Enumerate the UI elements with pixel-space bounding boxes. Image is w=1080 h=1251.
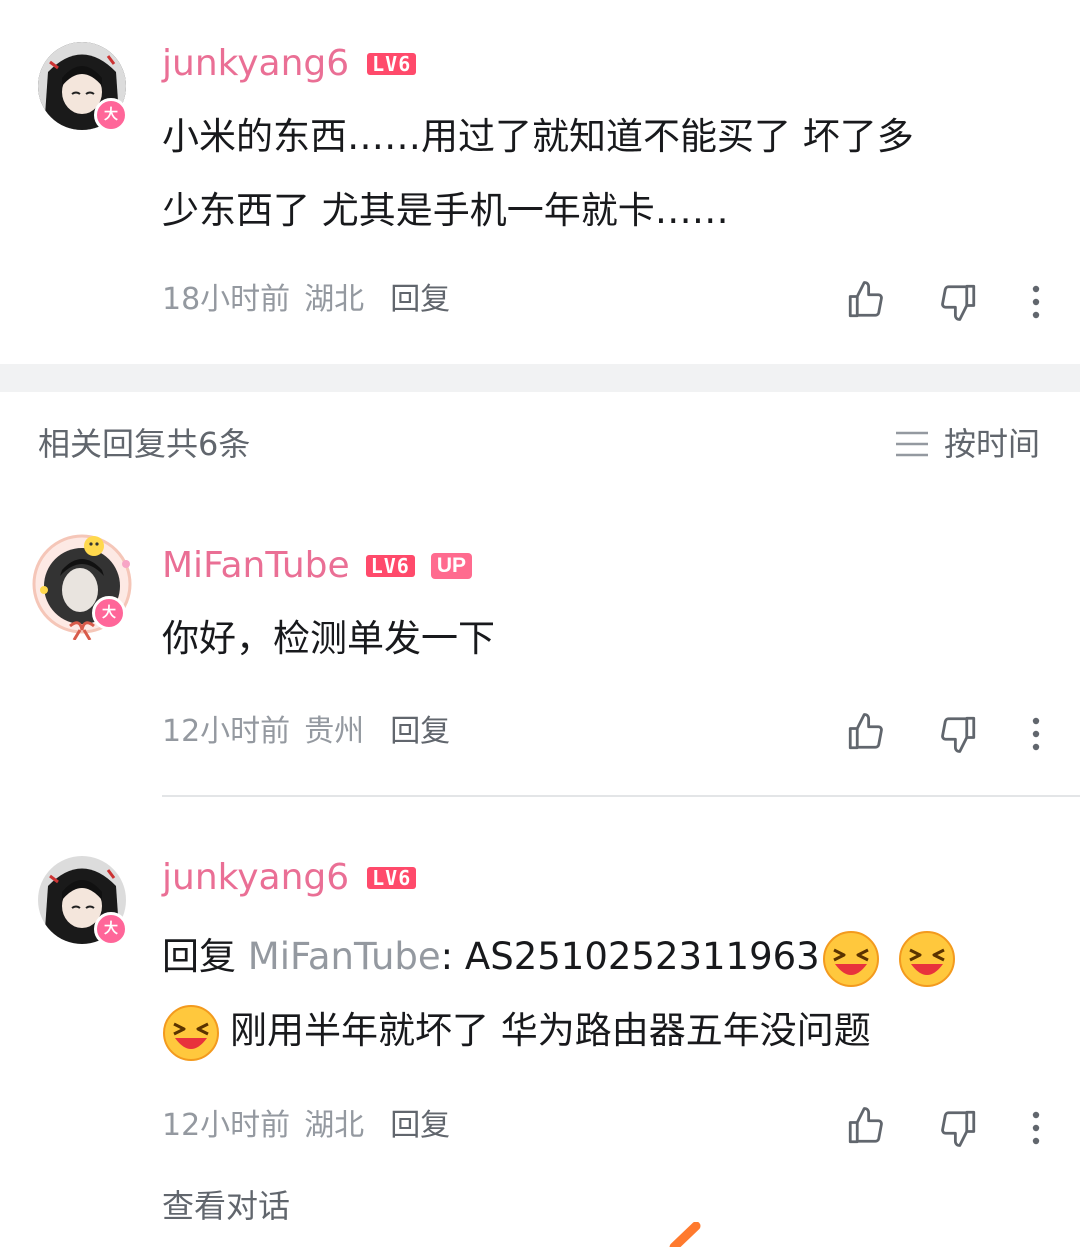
mention-link[interactable]: MiFanTube [248,935,441,978]
reply-button[interactable]: 回复 [390,282,450,318]
thumbs-up-icon [848,1107,883,1144]
comment-text-fragment: 刚用半年就坏了 华为路由器五年没问题 [230,1009,871,1052]
comment-meta: 18小时前 湖北 回复 [162,282,450,318]
avatar-level-badge: 大 [92,596,126,630]
location: 贵州 [304,714,365,749]
section-divider [0,364,1080,392]
comment-text: 回复 MiFanTube: AS2510252311963 刚用半年就坏了 华为… [162,920,1062,1068]
reply-prefix: 回复 [162,935,236,978]
timestamp: 18小时前 [162,282,291,317]
comment-text-line: 回复 MiFanTube: AS2510252311963 [162,920,1062,994]
comment-header: junkyang6 LV6 [162,858,417,898]
like-button[interactable] [842,708,890,756]
comment-text: 你好，检测单发一下 [162,617,495,660]
thumbs-down-icon [941,1110,976,1147]
comment-text: 小米的东西……用过了就知道不能买了 坏了多 少东西了 尤其是手机一年就卡…… [162,100,1062,248]
replies-count-title: 相关回复共6条 [38,425,251,463]
menu-lines-icon [896,431,928,457]
timestamp: 12小时前 [162,1108,291,1143]
view-conversation-link[interactable]: 查看对话 [162,1186,290,1226]
thumbs-up-icon [848,281,883,318]
more-button[interactable] [1014,278,1058,326]
more-vertical-icon [1032,285,1040,319]
up-badge: UP [430,553,472,579]
reply-button[interactable]: 回复 [390,1108,450,1144]
thumbs-down-icon [941,284,976,321]
sort-label: 按时间 [944,425,1041,463]
level-badge: LV6 [367,867,417,889]
comment-text-line: 少东西了 尤其是手机一年就卡…… [162,189,729,232]
comment-text-line: 刚用半年就坏了 华为路由器五年没问题 [162,994,1062,1068]
laughing-face-emoji [898,930,955,987]
dislike-button[interactable] [934,710,982,758]
laughing-face-emoji [822,930,879,987]
comment-header: junkyang6 LV6 [162,44,417,84]
timestamp: 12小时前 [162,714,291,749]
like-button[interactable] [842,1102,890,1150]
thumbs-down-icon [941,716,976,753]
more-button[interactable] [1014,1104,1058,1152]
comment-text-fragment: : AS2510252311963 [440,935,820,978]
dislike-button[interactable] [934,1104,982,1152]
avatar-level-badge: 大 [94,912,128,946]
thumbs-up-icon [848,713,883,750]
location: 湖北 [304,1108,365,1143]
reply-button[interactable]: 回复 [390,714,450,750]
sort-button[interactable]: 按时间 [894,424,1040,464]
reply-divider [162,795,1080,797]
username[interactable]: junkyang6 [162,858,349,898]
more-button[interactable] [1014,710,1058,758]
like-button[interactable] [842,276,890,324]
username[interactable]: junkyang6 [162,44,349,84]
more-vertical-icon [1032,717,1040,751]
comment-header: MiFanTube LV6 UP [162,546,472,586]
more-vertical-icon [1032,1111,1040,1145]
username[interactable]: MiFanTube [162,546,350,586]
comment-meta: 12小时前 贵州 回复 [162,714,450,750]
laughing-face-emoji [163,1004,219,1061]
location: 湖北 [304,282,365,317]
avatar-level-badge: 大 [94,98,128,132]
comment-meta: 12小时前 湖北 回复 [162,1108,450,1144]
level-badge: LV6 [367,53,417,75]
comment-text-line: 小米的东西……用过了就知道不能买了 坏了多 [162,115,914,158]
level-badge: LV6 [365,555,415,577]
dislike-button[interactable] [934,278,982,326]
